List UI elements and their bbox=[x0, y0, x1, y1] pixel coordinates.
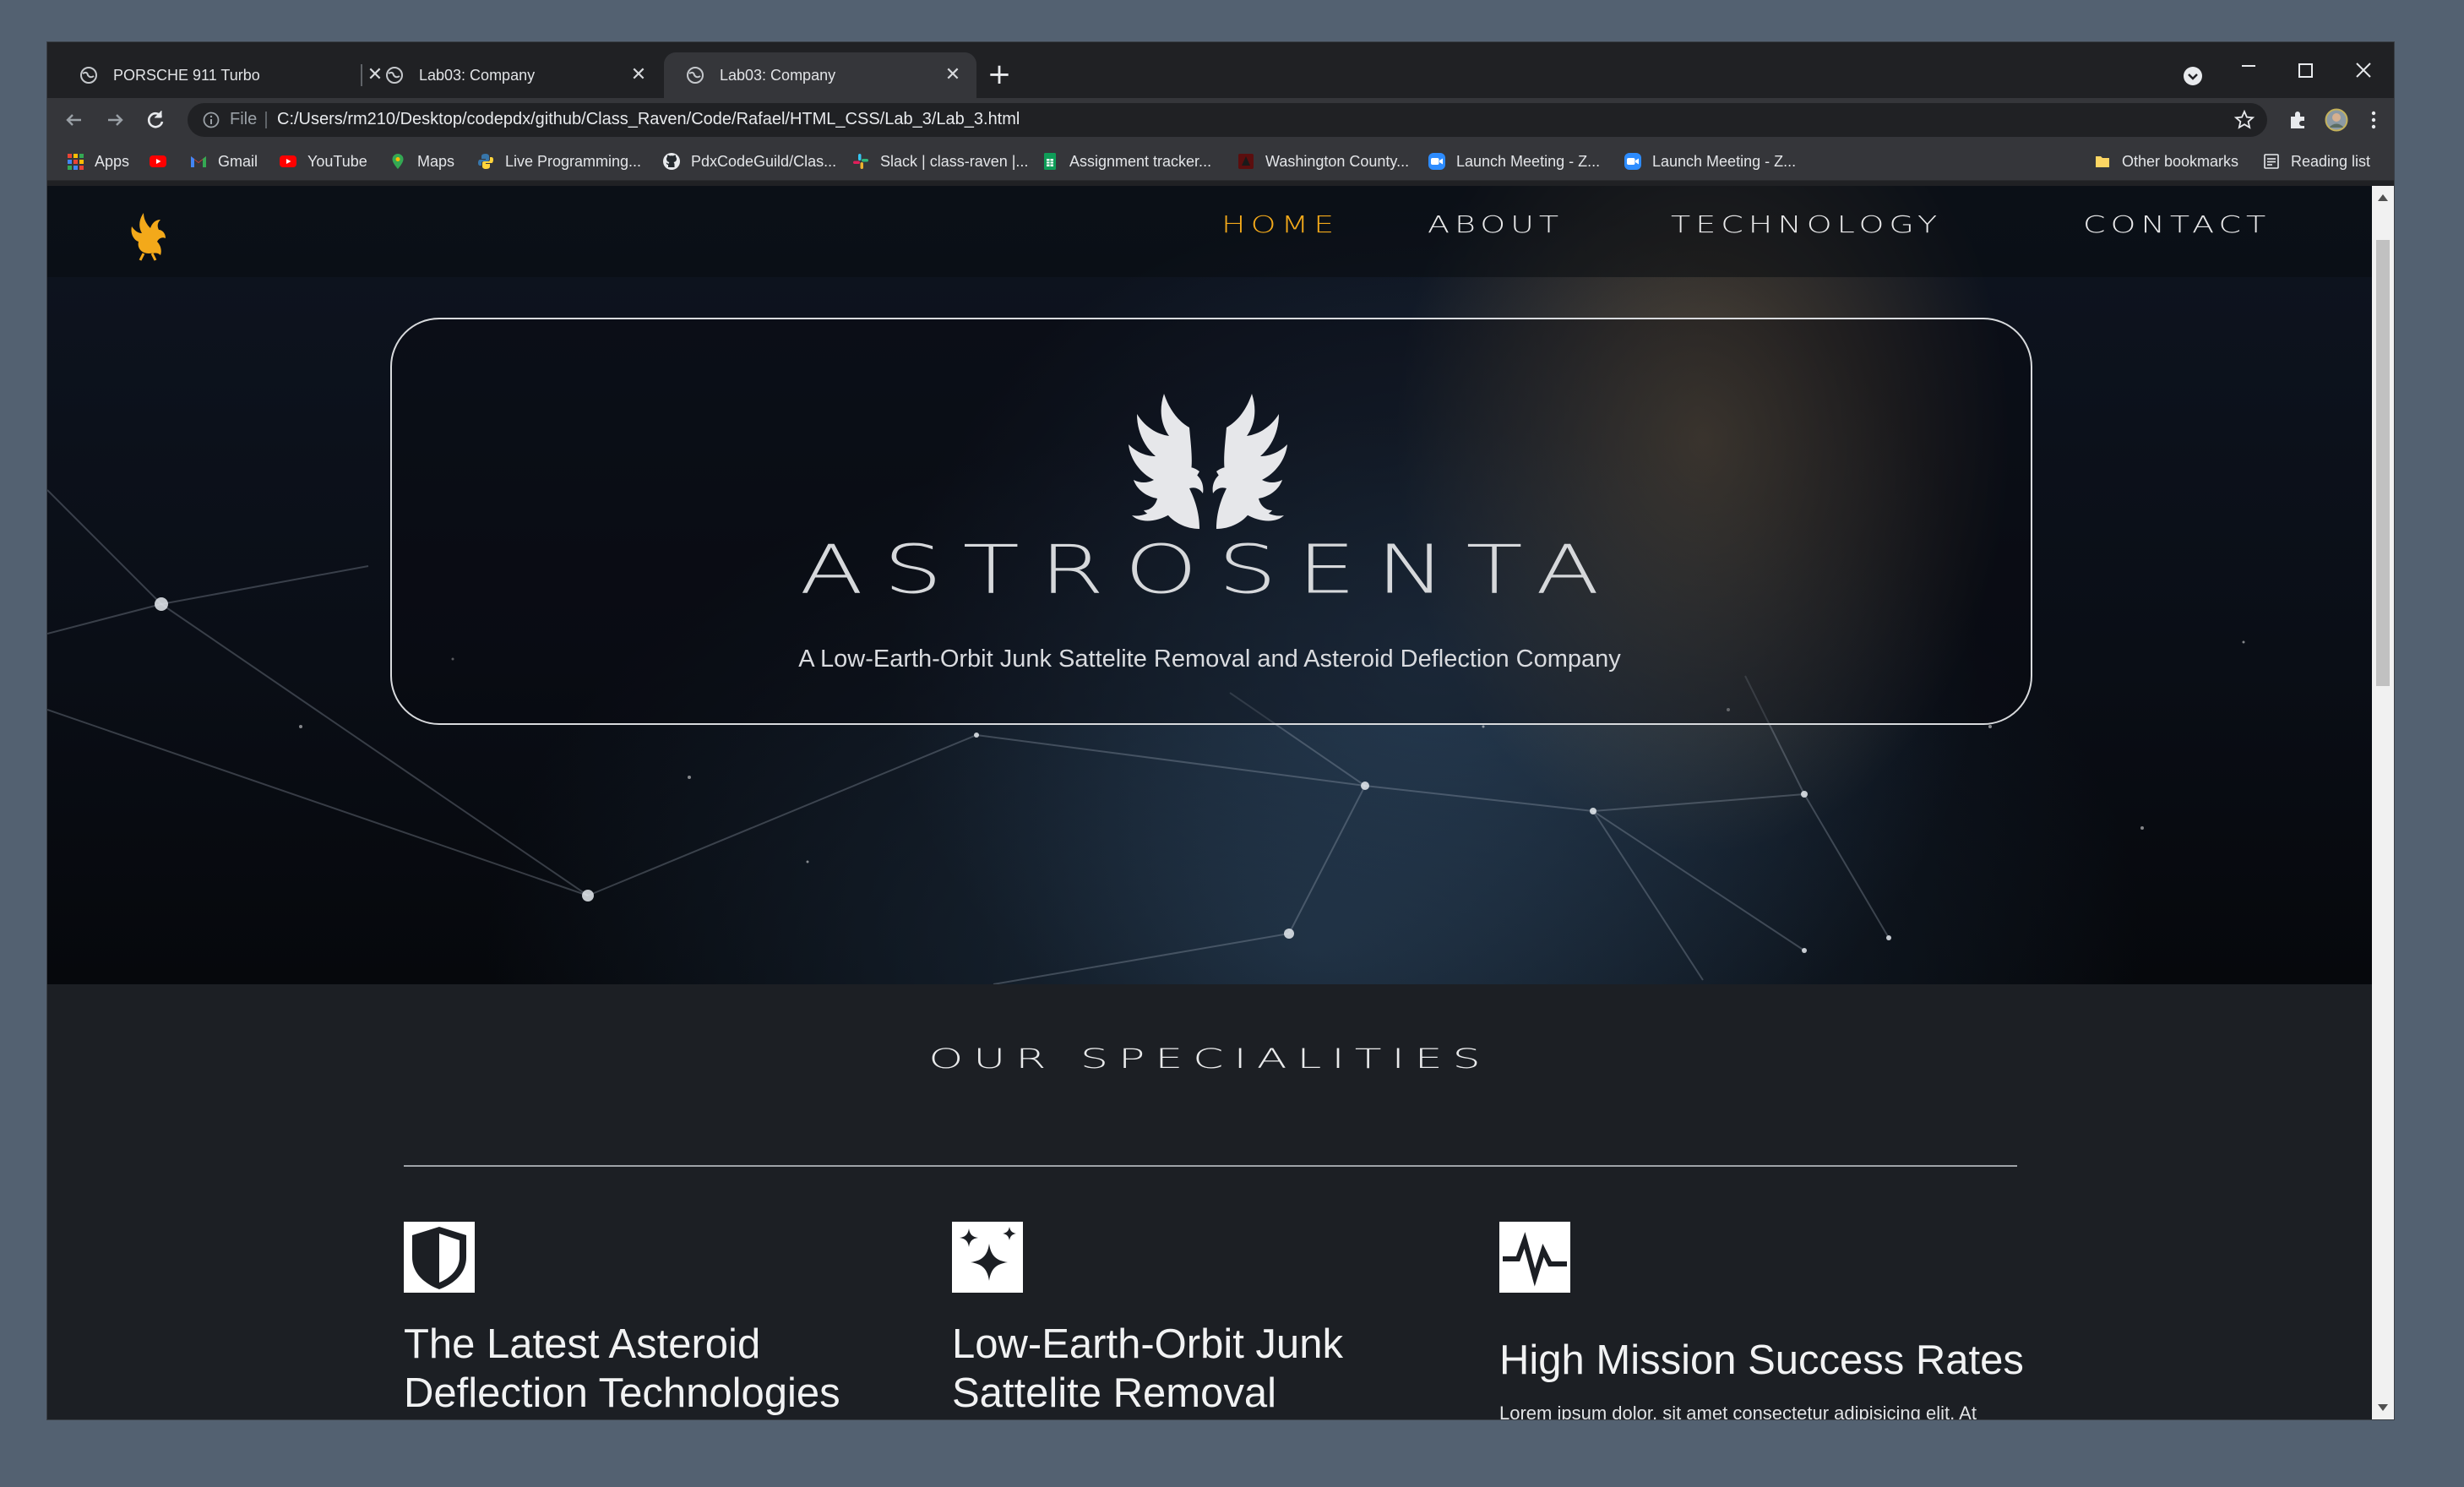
youtube-icon bbox=[150, 155, 166, 167]
twin-griffins-emblem-icon bbox=[1129, 394, 1287, 529]
griffin-logo-icon[interactable] bbox=[123, 204, 174, 264]
speciality-body: Lorem ipsum dolor, sit amet consectetur … bbox=[1499, 1403, 1977, 1419]
globe-icon bbox=[687, 67, 704, 84]
hero-section: HOME ABOUT TECHNOLOGY CONTACT ASTROSENTA… bbox=[47, 186, 2372, 984]
bookmark-label: Maps bbox=[417, 152, 455, 170]
bookmarks-bar: Apps Gmail YouTube Maps Live Programming… bbox=[47, 142, 2394, 181]
browser-toolbar: File C:/Users/rm210/Desktop/codepdx/gith… bbox=[47, 98, 2394, 142]
bookmark-slack[interactable]: Slack | class-raven |... bbox=[851, 150, 1028, 172]
speciality-title: Low-Earth-Orbit Junk Sattelite Removal bbox=[952, 1321, 1343, 1416]
specialities-section: OUR SPECIALITIES The Latest Asteroid Def… bbox=[47, 984, 2372, 1419]
close-icon[interactable]: ✕ bbox=[943, 65, 963, 85]
sparkles-icon bbox=[952, 1222, 1023, 1293]
shield-icon bbox=[404, 1222, 475, 1293]
back-arrow-icon[interactable] bbox=[63, 108, 86, 132]
bookmark-label: Washington County... bbox=[1265, 152, 1410, 170]
python-icon bbox=[478, 154, 493, 169]
bookmark-label: Other bookmarks bbox=[2122, 152, 2239, 170]
bookmark-label: Assignment tracker... bbox=[1069, 152, 1212, 170]
divider bbox=[404, 1165, 2017, 1167]
scrollbar-thumb[interactable] bbox=[2376, 240, 2390, 686]
bookmark-label: Gmail bbox=[218, 152, 258, 170]
url-scheme-label: File bbox=[230, 110, 258, 128]
tab-title: Lab03: Company bbox=[720, 66, 836, 84]
profile-avatar[interactable] bbox=[2325, 108, 2348, 132]
nav-about[interactable]: ABOUT bbox=[1428, 211, 1564, 238]
maps-pin-icon bbox=[392, 154, 404, 169]
bookmark-label: Slack | class-raven |... bbox=[880, 152, 1029, 170]
bookmark-zoom-1[interactable]: Launch Meeting - Z... bbox=[1428, 150, 1600, 172]
county-icon bbox=[1238, 154, 1254, 169]
zoom-icon bbox=[1428, 153, 1445, 170]
hero-title: ASTROSENTA bbox=[799, 531, 1620, 609]
bookmark-youtube[interactable]: YouTube bbox=[279, 150, 367, 172]
divider bbox=[265, 112, 267, 128]
maximize-button[interactable] bbox=[2289, 54, 2323, 84]
new-tab-button[interactable]: + bbox=[987, 60, 1012, 89]
tab-separator bbox=[361, 64, 362, 86]
page-viewport: HOME ABOUT TECHNOLOGY CONTACT ASTROSENTA… bbox=[47, 186, 2372, 1419]
star-bookmark-icon[interactable] bbox=[2233, 109, 2255, 131]
apps-grid-icon bbox=[68, 154, 84, 170]
nav-contact[interactable]: CONTACT bbox=[2083, 211, 2271, 238]
bookmark-label: YouTube bbox=[307, 152, 367, 170]
bookmark-apps[interactable]: Apps bbox=[66, 150, 129, 172]
scroll-down-arrow-icon[interactable] bbox=[2378, 1404, 2388, 1411]
nav-technology[interactable]: TECHNOLOGY bbox=[1671, 211, 1942, 238]
bookmark-label: PdxCodeGuild/Clas... bbox=[691, 152, 837, 170]
address-bar[interactable]: File C:/Users/rm210/Desktop/codepdx/gith… bbox=[188, 103, 2267, 137]
bookmark-pdxcodeguild[interactable]: PdxCodeGuild/Clas... bbox=[662, 150, 836, 172]
bookmark-label: Apps bbox=[95, 152, 130, 170]
slack-icon bbox=[853, 154, 868, 169]
tab-search-icon[interactable] bbox=[2183, 66, 2203, 86]
tab-title: Lab03: Company bbox=[419, 66, 536, 84]
bookmark-zoom-2[interactable]: Launch Meeting - Z... bbox=[1624, 150, 1796, 172]
tab-lab03-active[interactable]: Lab03: Company ✕ bbox=[664, 52, 976, 98]
bookmark-other[interactable]: Other bookmarks bbox=[2093, 150, 2238, 172]
globe-icon bbox=[80, 67, 97, 84]
close-icon[interactable]: ✕ bbox=[628, 65, 649, 85]
extensions-puzzle-icon[interactable] bbox=[2286, 108, 2309, 132]
reading-list-icon bbox=[2264, 154, 2279, 169]
globe-icon bbox=[386, 67, 403, 84]
bookmark-youtube-short[interactable] bbox=[149, 150, 177, 172]
page-scrollbar[interactable] bbox=[2372, 186, 2394, 1419]
nav-home[interactable]: HOME bbox=[1221, 211, 1339, 238]
reload-icon[interactable] bbox=[144, 108, 167, 132]
bookmark-label: Live Programming... bbox=[505, 152, 642, 170]
scroll-up-arrow-icon[interactable] bbox=[2378, 194, 2388, 201]
bookmark-washington-county[interactable]: Washington County... bbox=[1237, 150, 1409, 172]
pulse-icon bbox=[1499, 1222, 1570, 1293]
youtube-icon bbox=[280, 155, 296, 167]
gmail-icon bbox=[191, 156, 206, 167]
minimize-button[interactable] bbox=[2232, 54, 2265, 84]
folder-icon bbox=[2096, 156, 2109, 167]
bookmark-live-programming[interactable]: Live Programming... bbox=[476, 150, 641, 172]
github-icon bbox=[663, 153, 680, 170]
info-icon[interactable] bbox=[203, 112, 220, 128]
url-text[interactable]: C:/Users/rm210/Desktop/codepdx/github/Cl… bbox=[277, 110, 1020, 129]
forward-arrow-icon[interactable] bbox=[103, 108, 127, 132]
tab-strip: PORSCHE 911 Turbo ✕ Lab03: Company ✕ Lab… bbox=[47, 42, 2394, 98]
tab-lab03[interactable]: Lab03: Company ✕ bbox=[363, 52, 662, 98]
reading-list[interactable]: Reading list bbox=[2262, 150, 2370, 172]
bookmark-assignment-tracker[interactable]: Assignment tracker... bbox=[1041, 150, 1211, 172]
section-heading: OUR SPECIALITIES bbox=[928, 1043, 1491, 1076]
bookmark-maps[interactable]: Maps bbox=[389, 150, 454, 172]
site-header bbox=[47, 186, 2372, 277]
tab-title: PORSCHE 911 Turbo bbox=[113, 66, 260, 84]
close-window-button[interactable] bbox=[2347, 54, 2380, 84]
bookmark-label: Launch Meeting - Z... bbox=[1652, 152, 1797, 170]
bookmark-gmail[interactable]: Gmail bbox=[189, 150, 258, 172]
kebab-menu-icon[interactable] bbox=[2362, 108, 2385, 132]
bookmark-label: Reading list bbox=[2291, 152, 2371, 170]
speciality-title: The Latest Asteroid Deflection Technolog… bbox=[404, 1321, 840, 1416]
browser-window: PORSCHE 911 Turbo ✕ Lab03: Company ✕ Lab… bbox=[47, 42, 2394, 1419]
hero-subtitle: A Low-Earth-Orbit Junk Sattelite Removal… bbox=[798, 645, 1621, 673]
speciality-title: High Mission Success Rates bbox=[1499, 1337, 2024, 1383]
bookmark-label: Launch Meeting - Z... bbox=[1456, 152, 1601, 170]
sheets-icon bbox=[1044, 153, 1056, 170]
tab-porsche[interactable]: PORSCHE 911 Turbo ✕ bbox=[57, 52, 399, 98]
zoom-icon bbox=[1624, 153, 1641, 170]
